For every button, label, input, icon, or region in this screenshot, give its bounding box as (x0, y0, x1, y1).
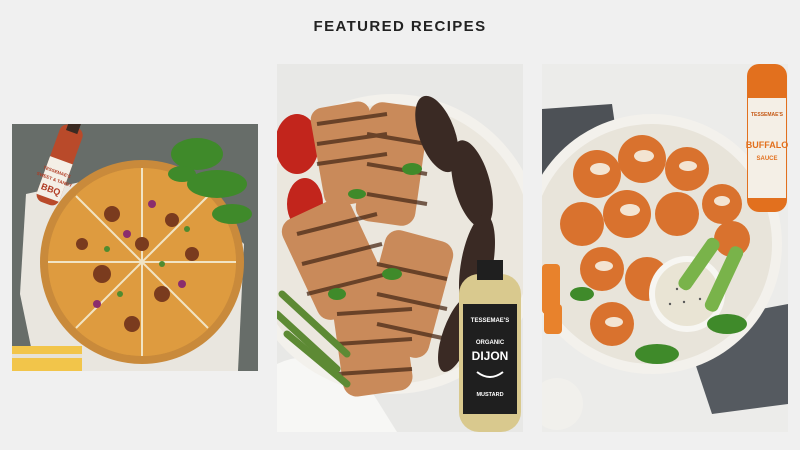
bottle-label-line1: ORGANIC (476, 340, 505, 346)
bottle-label-line2: DIJON (472, 349, 509, 363)
recipe-card-bbq-pizza[interactable]: TESSEMAE'S SWEET & TANGY BBQ (12, 124, 258, 371)
bottle-label-line3: MUSTARD (476, 392, 503, 398)
recipe-card-grilled-chicken[interactable]: TESSEMAE'S ORGANIC DIJON MUSTARD (277, 64, 523, 432)
bottle-brand-text: TESSEMAE'S (751, 112, 784, 118)
section-title: FEATURED RECIPES (313, 18, 487, 35)
bottle-label-line1: BUFFALO (746, 140, 788, 150)
bbq-pizza-photo: TESSEMAE'S SWEET & TANGY BBQ (12, 124, 258, 371)
featured-recipes-section: FEATURED RECIPES TESSEMAE'S SWEET & TANG… (0, 0, 800, 450)
grilled-chicken-platter-photo: TESSEMAE'S ORGANIC DIJON MUSTARD (277, 64, 523, 432)
recipe-card-buffalo-bites[interactable]: TESSEMAE'S BUFFALO SAUCE (542, 64, 788, 432)
buffalo-cauliflower-bites-photo: TESSEMAE'S BUFFALO SAUCE (542, 64, 788, 432)
bottle-brand-text: TESSEMAE'S (471, 318, 509, 324)
bottle-label-line2: SAUCE (756, 156, 777, 162)
